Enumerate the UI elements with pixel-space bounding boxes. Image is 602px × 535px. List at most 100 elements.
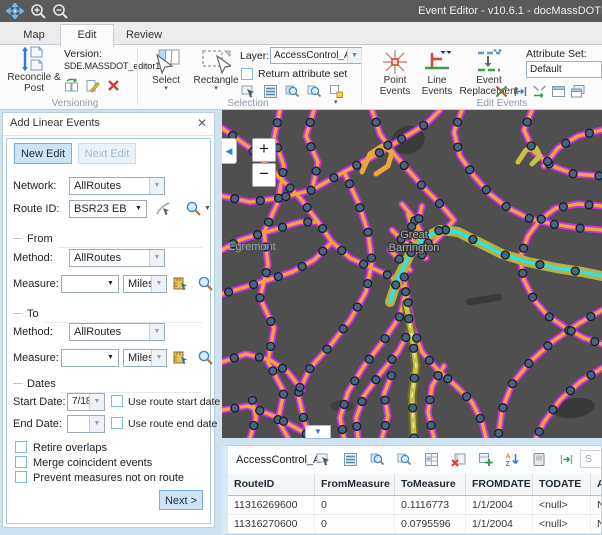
- event-point[interactable]: [351, 377, 359, 385]
- to-measure-combobox[interactable]: ▼: [61, 349, 119, 367]
- event-point[interactable]: [495, 429, 503, 437]
- reconcile-icon[interactable]: [64, 78, 79, 93]
- event-point[interactable]: [499, 404, 507, 412]
- event-point[interactable]: [339, 325, 347, 333]
- to-measure-dropdown-icon[interactable]: ▼: [105, 350, 116, 366]
- route-id-combobox[interactable]: BSR23 EB ▼: [69, 200, 147, 218]
- event-point[interactable]: [303, 204, 311, 212]
- event-point[interactable]: [256, 197, 264, 205]
- event-point[interactable]: [225, 288, 233, 296]
- event-point[interactable]: [562, 139, 570, 147]
- event-point[interactable]: [525, 359, 533, 367]
- event-point[interactable]: [231, 404, 239, 412]
- event-point[interactable]: [585, 129, 593, 137]
- event-point[interactable]: [544, 342, 552, 350]
- event-point[interactable]: [587, 371, 595, 379]
- event-point[interactable]: [273, 119, 281, 127]
- tab-edit[interactable]: Edit: [60, 24, 114, 47]
- event-point[interactable]: [312, 167, 320, 175]
- route-id-dropdown-icon[interactable]: ▼: [133, 201, 144, 217]
- event-point[interactable]: [364, 228, 372, 236]
- event-point[interactable]: [436, 200, 444, 208]
- event-point[interactable]: [567, 327, 575, 335]
- identify-icon[interactable]: [532, 452, 547, 467]
- from-measure-dropdown-icon[interactable]: ▼: [105, 276, 116, 292]
- new-edit-button[interactable]: New Edit: [14, 143, 72, 164]
- event-point[interactable]: [545, 313, 553, 321]
- clear-selection-icon[interactable]: [329, 84, 344, 99]
- start-date-combobox[interactable]: 7/18/ ▼: [67, 393, 105, 411]
- event-point[interactable]: [364, 280, 372, 288]
- event-point[interactable]: [559, 203, 567, 211]
- event-point[interactable]: [501, 251, 509, 259]
- next-button[interactable]: Next >: [159, 490, 203, 510]
- delete-selected-icon[interactable]: [451, 452, 466, 467]
- event-point[interactable]: [550, 220, 558, 228]
- rectangle-select-button[interactable]: Rectangle ▾: [190, 48, 242, 91]
- event-point[interactable]: [410, 344, 418, 352]
- next-edit-button[interactable]: Next Edit: [78, 143, 136, 164]
- event-point[interactable]: [375, 149, 383, 157]
- event-point[interactable]: [381, 335, 389, 343]
- map-zoom-in-button[interactable]: +: [252, 138, 276, 162]
- zoom-out-tool-icon[interactable]: [52, 3, 70, 19]
- event-point[interactable]: [280, 417, 288, 425]
- to-method-combobox[interactable]: AllRoutes ▼: [69, 323, 165, 341]
- event-point[interactable]: [537, 215, 545, 223]
- event-point[interactable]: [409, 404, 417, 412]
- return-attribute-checkbox[interactable]: [241, 68, 253, 80]
- event-point[interactable]: [267, 317, 275, 325]
- collapse-panel-icon[interactable]: ◀: [222, 138, 237, 164]
- event-point[interactable]: [338, 247, 346, 255]
- event-point[interactable]: [319, 225, 327, 233]
- event-point[interactable]: [402, 333, 410, 341]
- event-point[interactable]: [307, 186, 315, 194]
- table-row[interactable]: 11316270600 0 0.0795596 1/1/2004 <null> …: [228, 515, 602, 534]
- event-point[interactable]: [576, 224, 584, 232]
- event-point[interactable]: [425, 356, 433, 364]
- select-button[interactable]: Select ▾: [144, 48, 188, 91]
- event-point[interactable]: [434, 372, 442, 380]
- merge-coincident-checkbox[interactable]: [15, 456, 27, 468]
- event-point[interactable]: [299, 413, 307, 421]
- event-point[interactable]: [280, 390, 288, 398]
- event-point[interactable]: [417, 181, 425, 189]
- event-point[interactable]: [279, 169, 287, 177]
- event-point[interactable]: [262, 269, 270, 277]
- table-search-input[interactable]: [580, 450, 602, 468]
- attribute-set-combobox[interactable]: Default: [526, 61, 602, 78]
- event-point[interactable]: [338, 426, 346, 434]
- end-date-combobox[interactable]: ▼: [67, 415, 105, 433]
- event-point[interactable]: [469, 235, 477, 243]
- event-point[interactable]: [529, 293, 537, 301]
- event-point[interactable]: [360, 260, 368, 268]
- event-point[interactable]: [306, 118, 314, 126]
- tab-map[interactable]: Map: [12, 26, 56, 45]
- event-point[interactable]: [279, 223, 287, 231]
- point-events-button[interactable]: Point Events: [374, 49, 416, 97]
- sort-icon[interactable]: AZ: [505, 452, 520, 467]
- event-point[interactable]: [365, 355, 373, 363]
- event-point[interactable]: [250, 422, 258, 430]
- pan-icon[interactable]: [6, 3, 24, 19]
- event-point[interactable]: [286, 184, 294, 192]
- attribute-window-icon[interactable]: [551, 84, 566, 99]
- event-point[interactable]: [420, 121, 428, 129]
- event-point[interactable]: [384, 141, 392, 149]
- from-measure-combobox[interactable]: ▼: [61, 275, 119, 293]
- zoom-to-selected-icon[interactable]: [370, 452, 385, 467]
- event-point[interactable]: [536, 261, 544, 269]
- event-point[interactable]: [415, 215, 423, 223]
- event-point[interactable]: [591, 338, 599, 346]
- event-point[interactable]: [466, 166, 474, 174]
- event-point[interactable]: [231, 195, 239, 203]
- event-point[interactable]: [426, 396, 434, 404]
- event-point[interactable]: [444, 375, 452, 383]
- event-point[interactable]: [381, 396, 389, 404]
- event-point[interactable]: [527, 142, 535, 150]
- event-point[interactable]: [482, 186, 490, 194]
- event-point[interactable]: [319, 247, 327, 255]
- event-point[interactable]: [400, 161, 408, 169]
- layer-combobox[interactable]: AccessControl_A ▼: [270, 47, 362, 64]
- event-point[interactable]: [265, 218, 273, 226]
